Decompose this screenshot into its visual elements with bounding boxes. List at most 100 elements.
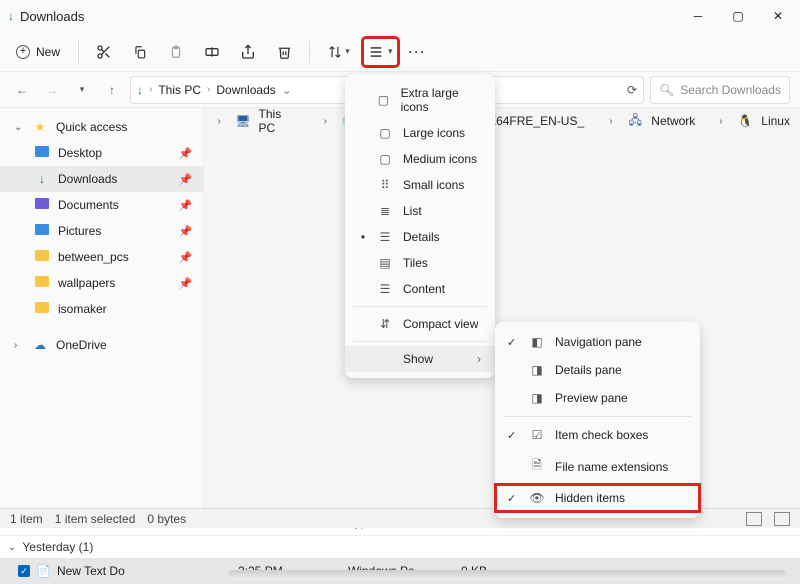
- submenu-hidden-items[interactable]: ✓👁Hidden items: [495, 484, 700, 512]
- details-view-toggle[interactable]: [746, 512, 762, 526]
- paste-button[interactable]: [159, 36, 193, 68]
- window-title: Downloads: [20, 9, 684, 24]
- search-placeholder: Search Downloads: [680, 83, 781, 97]
- maximize-button[interactable]: ▢: [724, 2, 752, 30]
- menu-item-tiles[interactable]: ▤Tiles: [345, 250, 495, 276]
- folder-icon: [35, 276, 49, 287]
- copy-icon: [133, 44, 147, 60]
- copy-button[interactable]: [123, 36, 157, 68]
- search-input[interactable]: 🔍︎ Search Downloads: [650, 76, 790, 104]
- plus-icon: +: [16, 45, 30, 59]
- grid-icon: ▢: [377, 126, 393, 140]
- item-checkbox[interactable]: ✓: [18, 565, 30, 577]
- trash-icon: [277, 44, 292, 60]
- share-button[interactable]: [231, 36, 265, 68]
- list-icon: ≣: [377, 204, 393, 218]
- breadcrumb-downloads[interactable]: Downloads: [216, 83, 275, 97]
- sidebar-onedrive[interactable]: › ☁ OneDrive: [0, 332, 203, 358]
- sidebar-item-label: Pictures: [58, 224, 101, 238]
- menu-item-show[interactable]: Show›: [345, 346, 495, 372]
- chevron-right-icon: ›: [719, 116, 729, 127]
- chevron-right-icon: ›: [149, 84, 152, 95]
- pin-icon: 📌: [179, 147, 193, 160]
- delete-button[interactable]: [267, 36, 301, 68]
- sidebar-item-isomaker[interactable]: isomaker: [0, 296, 203, 322]
- submenu-navigation-pane[interactable]: ✓◧Navigation pane: [495, 328, 700, 356]
- chevron-right-icon: ›: [477, 352, 481, 366]
- pin-icon: 📌: [179, 251, 193, 264]
- new-label: New: [36, 45, 60, 59]
- sidebar-item-label: wallpapers: [58, 276, 115, 290]
- sidebar-item-pictures[interactable]: Pictures 📌: [0, 218, 203, 244]
- minimize-button[interactable]: ─: [684, 2, 712, 30]
- sidebar-this-pc[interactable]: › 🖥 This PC: [204, 108, 310, 134]
- submenu-preview-pane[interactable]: ◨Preview pane: [495, 384, 700, 412]
- menu-separator: [353, 306, 487, 307]
- menu-item-compact-view[interactable]: ⇵Compact view: [345, 311, 495, 337]
- forward-button[interactable]: →: [40, 83, 64, 97]
- pin-icon: 📌: [179, 277, 193, 290]
- close-button[interactable]: ✕: [764, 2, 792, 30]
- address-dropdown[interactable]: ⌄: [282, 83, 292, 97]
- submenu-details-pane[interactable]: ◨Details pane: [495, 356, 700, 384]
- rename-icon: [204, 44, 220, 60]
- file-icon: 📄: [36, 564, 51, 578]
- list-view-icon: [368, 45, 384, 59]
- monitor-icon: 🖥: [235, 114, 250, 128]
- recent-dropdown[interactable]: ▾: [70, 84, 94, 95]
- documents-icon: [35, 198, 49, 209]
- menu-item-extra-large-icons[interactable]: ▢Extra large icons: [345, 80, 495, 120]
- show-submenu: ✓◧Navigation pane ◨Details pane ◨Preview…: [495, 322, 700, 518]
- back-button[interactable]: ←: [10, 83, 34, 97]
- horizontal-scrollbar[interactable]: [228, 570, 786, 580]
- sidebar-item-label: OneDrive: [56, 338, 107, 352]
- menu-item-small-icons[interactable]: ⠿Small icons: [345, 172, 495, 198]
- sidebar-label: Quick access: [56, 120, 127, 134]
- sidebar-item-label: Documents: [58, 198, 119, 212]
- new-button[interactable]: + New: [6, 36, 70, 68]
- sidebar-item-downloads[interactable]: ↓ Downloads 📌: [0, 166, 203, 192]
- status-selected: 1 item selected: [55, 512, 136, 526]
- file-name: New Text Do: [57, 564, 125, 578]
- chevron-right-icon: ›: [324, 116, 334, 127]
- pin-icon: 📌: [179, 199, 193, 212]
- menu-item-list[interactable]: ≣List: [345, 198, 495, 224]
- sidebar-item-label: Network: [651, 114, 695, 128]
- pane-icon: ◨: [529, 363, 545, 377]
- submenu-item-check-boxes[interactable]: ✓☑Item check boxes: [495, 421, 700, 449]
- file-icon: 🗎: [529, 456, 545, 477]
- view-button[interactable]: ▾: [362, 37, 399, 67]
- tiles-icon: ▤: [377, 256, 393, 270]
- chevron-right-icon: ›: [609, 116, 619, 127]
- status-item-count: 1 item: [10, 512, 43, 526]
- cut-button[interactable]: [87, 36, 121, 68]
- sidebar-network[interactable]: › 🖧 Network: [595, 108, 705, 134]
- breadcrumb-this-pc[interactable]: This PC: [158, 83, 201, 97]
- group-header-yesterday[interactable]: ⌄ Yesterday (1): [0, 536, 800, 558]
- rename-button[interactable]: [195, 36, 229, 68]
- sidebar-quick-access[interactable]: ⌄ ★ Quick access: [0, 114, 203, 140]
- sort-button[interactable]: ▾: [318, 36, 360, 68]
- navigation-pane: ⌄ ★ Quick access Desktop 📌 ↓ Downloads 📌…: [0, 108, 204, 508]
- up-button[interactable]: ↑: [100, 83, 124, 97]
- sidebar-item-documents[interactable]: Documents 📌: [0, 192, 203, 218]
- sidebar-item-desktop[interactable]: Desktop 📌: [0, 140, 203, 166]
- pin-icon: 📌: [179, 173, 193, 186]
- more-button[interactable]: ···: [401, 36, 435, 68]
- sidebar-item-between-pcs[interactable]: between_pcs 📌: [0, 244, 203, 270]
- refresh-button[interactable]: ⟳: [627, 83, 637, 97]
- content-icon: ☰: [377, 282, 393, 296]
- thumbnails-view-toggle[interactable]: [774, 512, 790, 526]
- sidebar-item-wallpapers[interactable]: wallpapers 📌: [0, 270, 203, 296]
- grid-icon: ▢: [377, 152, 393, 166]
- sidebar-linux[interactable]: › 🐧 Linux: [705, 108, 800, 134]
- menu-item-large-icons[interactable]: ▢Large icons: [345, 120, 495, 146]
- menu-item-medium-icons[interactable]: ▢Medium icons: [345, 146, 495, 172]
- share-icon: [240, 44, 256, 60]
- submenu-file-extensions[interactable]: 🗎File name extensions: [495, 449, 700, 484]
- sidebar-item-label: isomaker: [58, 302, 107, 316]
- menu-item-details[interactable]: •☰Details: [345, 224, 495, 250]
- sidebar-item-label: This PC: [259, 107, 300, 135]
- chevron-right-icon: ›: [14, 340, 24, 351]
- menu-item-content[interactable]: ☰Content: [345, 276, 495, 302]
